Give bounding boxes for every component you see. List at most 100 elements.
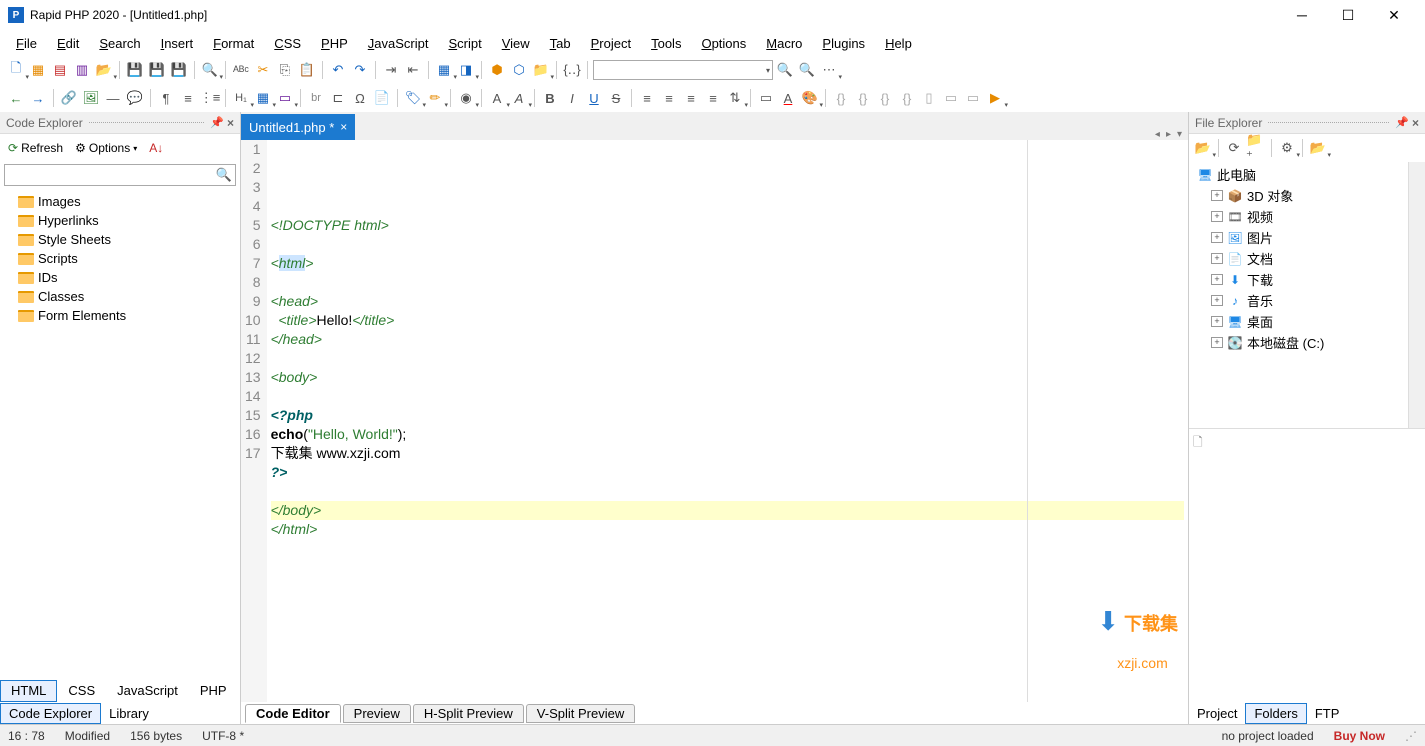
image-button[interactable]: 🖼: [81, 88, 101, 108]
fe-item[interactable]: +♪音乐: [1189, 290, 1408, 311]
paragraph-button[interactable]: ¶: [156, 88, 176, 108]
list-ul-button[interactable]: ≡: [178, 88, 198, 108]
layout-1-button[interactable]: ▯: [919, 88, 939, 108]
ce-item-hyperlinks[interactable]: Hyperlinks: [0, 211, 240, 230]
ce-item-style-sheets[interactable]: Style Sheets: [0, 230, 240, 249]
layout-3-button[interactable]: ▭: [963, 88, 983, 108]
view-tab-preview[interactable]: Preview: [343, 704, 411, 723]
bold-button[interactable]: B: [540, 88, 560, 108]
file-tab[interactable]: Untitled1.php * ×: [241, 114, 355, 140]
align-center-button[interactable]: ≡: [659, 88, 679, 108]
panel-button[interactable]: ◨: [456, 60, 476, 80]
heading-button[interactable]: H₁: [231, 88, 251, 108]
find-options-button[interactable]: ⋯: [819, 60, 839, 80]
paint-button[interactable]: 🎨: [800, 88, 820, 108]
fe-item[interactable]: +🎞视频: [1189, 206, 1408, 227]
file-type-2-button[interactable]: ▤: [50, 60, 70, 80]
strike-button[interactable]: S: [606, 88, 626, 108]
grid-button[interactable]: ▦: [434, 60, 454, 80]
menu-options[interactable]: Options: [691, 33, 756, 54]
refresh-button[interactable]: ⟳ Refresh: [4, 139, 67, 157]
run-button[interactable]: ▶: [985, 88, 1005, 108]
save-button[interactable]: 💾: [125, 60, 145, 80]
view-tab-code-editor[interactable]: Code Editor: [245, 704, 341, 723]
comment-button[interactable]: 💬: [125, 88, 145, 108]
fe-settings-button[interactable]: ⚙: [1277, 138, 1297, 158]
tab-next-icon[interactable]: ▸: [1166, 129, 1171, 140]
copy-button[interactable]: ⎘: [275, 60, 295, 80]
pin-icon[interactable]: 📌: [1395, 116, 1409, 129]
tool-1-button[interactable]: ⬢: [487, 60, 507, 80]
right-tab-ftp[interactable]: FTP: [1307, 704, 1348, 723]
table-button[interactable]: ▦: [253, 88, 273, 108]
brace-2-button[interactable]: {}: [853, 88, 873, 108]
left-tab-library[interactable]: Library: [101, 704, 157, 723]
color-wheel-button[interactable]: ◉: [456, 88, 476, 108]
close-panel-icon[interactable]: ×: [1412, 116, 1419, 130]
brace-3-button[interactable]: {}: [875, 88, 895, 108]
highlight-button[interactable]: ✏: [425, 88, 445, 108]
align-right-button[interactable]: ≡: [681, 88, 701, 108]
menu-script[interactable]: Script: [438, 33, 491, 54]
menu-insert[interactable]: Insert: [151, 33, 204, 54]
redo-button[interactable]: ↷: [350, 60, 370, 80]
fe-refresh-button[interactable]: ⟳: [1224, 138, 1244, 158]
lang-tab-php[interactable]: PHP: [189, 680, 238, 702]
forward-button[interactable]: →: [28, 88, 48, 108]
doc-button[interactable]: 📄: [372, 88, 392, 108]
file-type-3-button[interactable]: ▥: [72, 60, 92, 80]
code-explorer-search[interactable]: [4, 164, 236, 186]
tab-menu-icon[interactable]: ▾: [1177, 129, 1182, 140]
brackets-button[interactable]: {‥}: [562, 60, 582, 80]
options-button[interactable]: ⚙ Options ▾: [71, 139, 141, 157]
brace-4-button[interactable]: {}: [897, 88, 917, 108]
view-tab-v-split-preview[interactable]: V-Split Preview: [526, 704, 635, 723]
menu-help[interactable]: Help: [875, 33, 922, 54]
menu-file[interactable]: File: [6, 33, 47, 54]
ce-item-classes[interactable]: Classes: [0, 287, 240, 306]
align-justify-button[interactable]: ≡: [703, 88, 723, 108]
fe-item[interactable]: +🖼图片: [1189, 227, 1408, 248]
menu-tab[interactable]: Tab: [540, 33, 581, 54]
menu-tools[interactable]: Tools: [641, 33, 691, 54]
font-size-button[interactable]: A: [487, 88, 507, 108]
pin-icon[interactable]: 📌: [210, 116, 224, 129]
maximize-button[interactable]: ☐: [1325, 0, 1371, 30]
find-next-button[interactable]: 🔍: [797, 60, 817, 80]
search-button[interactable]: 🔍: [200, 60, 220, 80]
form-button[interactable]: ▭: [275, 88, 295, 108]
ce-item-form-elements[interactable]: Form Elements: [0, 306, 240, 325]
right-tab-folders[interactable]: Folders: [1245, 703, 1306, 724]
lang-tab-javascript[interactable]: JavaScript: [106, 680, 189, 702]
tool-2-button[interactable]: ⬡: [509, 60, 529, 80]
menu-php[interactable]: PHP: [311, 33, 358, 54]
tag-button[interactable]: ⊏: [328, 88, 348, 108]
fe-item[interactable]: +💽本地磁盘 (C:): [1189, 332, 1408, 353]
sort-button[interactable]: A↓: [145, 139, 167, 157]
fe-new-folder-button[interactable]: 📁⁺: [1246, 138, 1266, 158]
close-button[interactable]: ✕: [1371, 0, 1417, 30]
fe-item[interactable]: +📄文档: [1189, 248, 1408, 269]
line-height-button[interactable]: ⇅: [725, 88, 745, 108]
omega-button[interactable]: Ω: [350, 88, 370, 108]
undo-button[interactable]: ↶: [328, 60, 348, 80]
marker-button[interactable]: 🏷: [403, 88, 423, 108]
italic-button[interactable]: I: [562, 88, 582, 108]
save-all-button[interactable]: 💾: [147, 60, 167, 80]
lang-tab-css[interactable]: CSS: [57, 680, 106, 702]
fe-item[interactable]: +🖥桌面: [1189, 311, 1408, 332]
new-file-button[interactable]: 🗋: [6, 60, 26, 80]
fe-open-button[interactable]: 📂: [1193, 138, 1213, 158]
find-button[interactable]: 🔍: [775, 60, 795, 80]
code-editor[interactable]: 1234567891011121314151617 ⬇ 下载集 xzji.com…: [241, 140, 1188, 702]
back-button[interactable]: ←: [6, 88, 26, 108]
font-style-button[interactable]: A: [509, 88, 529, 108]
right-tab-project[interactable]: Project: [1189, 704, 1245, 723]
menu-css[interactable]: CSS: [264, 33, 311, 54]
left-tab-code-explorer[interactable]: Code Explorer: [0, 703, 101, 724]
minimize-button[interactable]: ─: [1279, 0, 1325, 30]
close-panel-icon[interactable]: ×: [227, 116, 234, 130]
outdent-button[interactable]: ⇤: [403, 60, 423, 80]
brace-1-button[interactable]: {}: [831, 88, 851, 108]
spellcheck-button[interactable]: ᴬᴮᶜ: [231, 60, 251, 80]
